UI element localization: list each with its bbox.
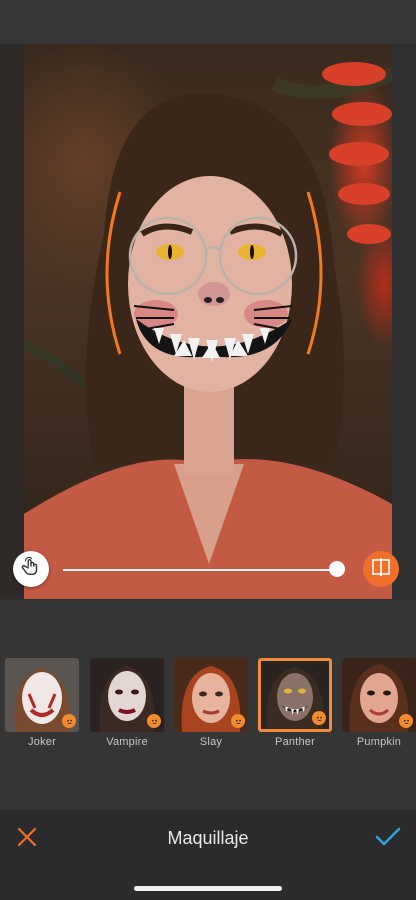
filter-slay[interactable]: Slay bbox=[174, 658, 248, 748]
hand-touch-button[interactable] bbox=[13, 551, 49, 587]
filter-thumbnail-selected bbox=[258, 658, 332, 732]
pumpkin-icon bbox=[147, 714, 161, 728]
filter-joker[interactable]: Joker bbox=[5, 658, 79, 748]
pumpkin-icon bbox=[231, 714, 245, 728]
filter-label: Joker bbox=[28, 736, 56, 748]
photo-illustration bbox=[24, 62, 392, 599]
filter-pumpkin[interactable]: Pumpkin bbox=[342, 658, 416, 748]
filter-panther[interactable]: Panther bbox=[258, 658, 332, 748]
filter-thumbnail bbox=[5, 658, 79, 732]
confirm-button[interactable] bbox=[374, 826, 402, 852]
pumpkin-icon bbox=[399, 714, 413, 728]
hand-touch-icon bbox=[20, 556, 42, 583]
bottom-bar: Maquillaje bbox=[0, 810, 416, 900]
filter-thumbnail bbox=[342, 658, 416, 732]
intensity-thumb[interactable] bbox=[329, 561, 345, 577]
checkmark-icon bbox=[375, 827, 401, 852]
pumpkin-icon bbox=[62, 714, 76, 728]
edited-photo[interactable] bbox=[24, 44, 392, 599]
filter-vampire[interactable]: Vampire bbox=[90, 658, 164, 748]
filter-label: Slay bbox=[199, 736, 223, 748]
screen-title: Maquillaje bbox=[167, 828, 249, 848]
compare-left-edge bbox=[0, 44, 24, 599]
intensity-track[interactable] bbox=[63, 569, 338, 571]
filter-label: Vampire bbox=[106, 736, 148, 748]
filter-label: Pumpkin bbox=[356, 736, 402, 748]
close-icon bbox=[17, 827, 37, 852]
intensity-slider-row bbox=[0, 548, 416, 592]
home-indicator[interactable] bbox=[134, 886, 282, 891]
makeup-filter-strip: Joker Vampire Slay Panther Pumpkin bbox=[0, 658, 416, 754]
cancel-button[interactable] bbox=[14, 826, 40, 852]
filter-thumbnail bbox=[90, 658, 164, 732]
pumpkin-icon bbox=[312, 711, 326, 725]
compare-button[interactable] bbox=[363, 551, 399, 587]
top-status-area bbox=[0, 0, 416, 44]
filter-label: Panther bbox=[275, 736, 315, 748]
compare-split-icon bbox=[371, 557, 391, 582]
filter-thumbnail bbox=[174, 658, 248, 732]
